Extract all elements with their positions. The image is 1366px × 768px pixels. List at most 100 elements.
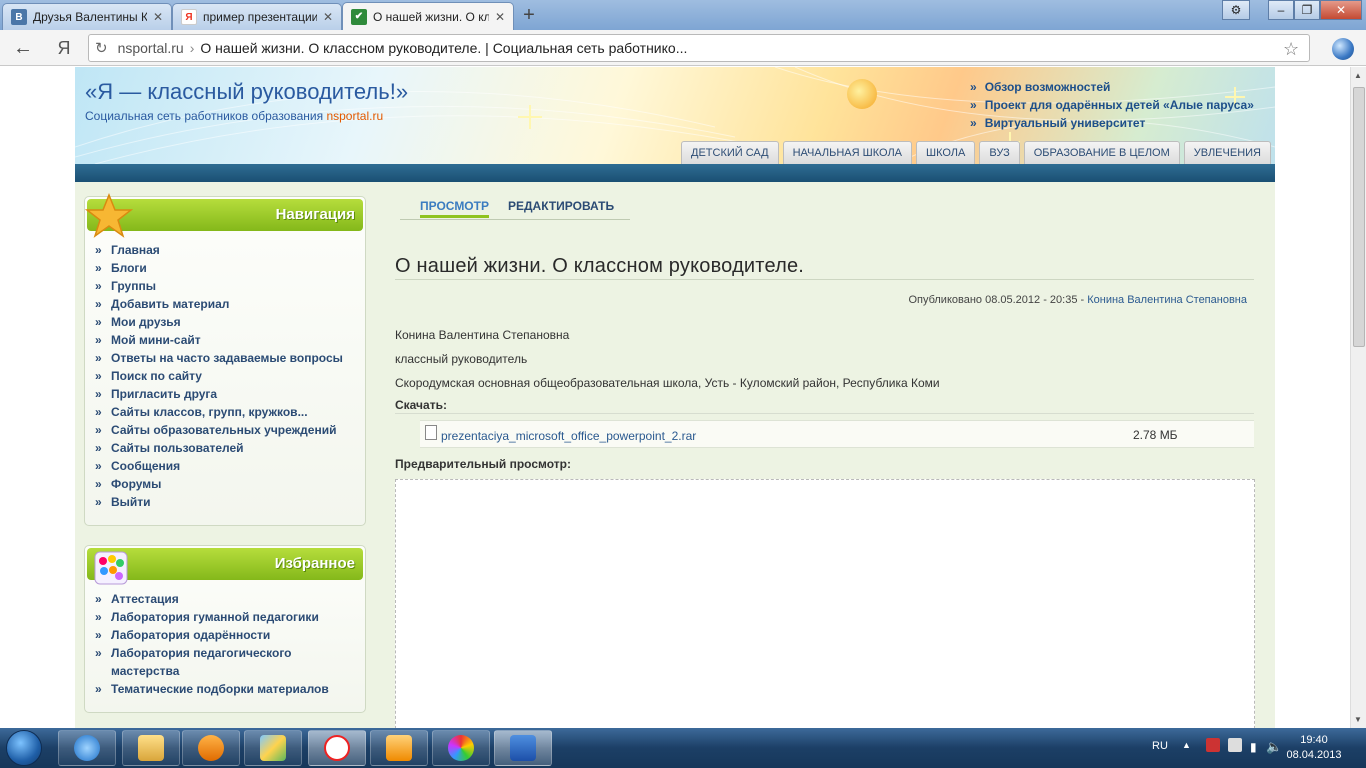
- tray-expand-icon[interactable]: ▲: [1182, 740, 1191, 750]
- paint-icon[interactable]: [244, 730, 302, 766]
- scroll-down-icon[interactable]: ▼: [1354, 715, 1362, 724]
- favorites-header: Избранное: [87, 548, 363, 585]
- settings-icon[interactable]: ⚙: [1222, 0, 1250, 20]
- explorer-icon[interactable]: [122, 730, 180, 766]
- word-icon[interactable]: [494, 730, 552, 766]
- nav-item-mini-site[interactable]: Мой мини-сайт: [95, 331, 355, 349]
- site-header: «Я — классный руководитель!» Социальная …: [75, 67, 1275, 164]
- language-indicator[interactable]: RU: [1152, 740, 1168, 752]
- nav-item-faq[interactable]: Ответы на часто задаваемые вопросы: [95, 349, 355, 367]
- nav-item-search[interactable]: Поиск по сайту: [95, 367, 355, 385]
- tab-edit[interactable]: РЕДАКТИРОВАТЬ: [508, 199, 614, 213]
- fav-item-humane-pedagogy[interactable]: Лаборатория гуманной педагогики: [95, 608, 355, 626]
- navigation-block: Навигация Главная Блоги Группы Добавить …: [84, 193, 366, 526]
- header-links: » Обзор возможностей » Проект для одарённы…: [970, 78, 1254, 132]
- tab-primary-school[interactable]: НАЧАЛЬНАЯ ШКОЛА: [782, 141, 912, 164]
- nav-item-add-material[interactable]: Добавить материал: [95, 295, 355, 313]
- nav-item-groups[interactable]: Группы: [95, 277, 355, 295]
- title-divider: [395, 279, 1254, 280]
- file-size: 2.78 МБ: [1133, 428, 1178, 442]
- new-tab-button[interactable]: +: [515, 4, 543, 26]
- tab-view[interactable]: ПРОСМОТР: [420, 199, 489, 218]
- browser-tab-strip: B Друзья Валентины Ко ✕ Я пример презент…: [0, 0, 1366, 30]
- author-role: классный руководитель: [395, 352, 528, 366]
- close-icon[interactable]: ✕: [323, 10, 333, 24]
- antivirus-icon[interactable]: [1206, 738, 1220, 752]
- ie-icon[interactable]: [58, 730, 116, 766]
- scroll-thumb[interactable]: [1353, 87, 1365, 347]
- browser-toolbar: ← Я ↻ nsportal.ru › О нашей жизни. О кла…: [0, 30, 1366, 66]
- restore-button[interactable]: ❐: [1294, 0, 1320, 20]
- scroll-up-icon[interactable]: ▲: [1354, 71, 1362, 80]
- author-name: Конина Валентина Степановна: [395, 328, 570, 342]
- nav-item-friends[interactable]: Мои друзья: [95, 313, 355, 331]
- vertical-scrollbar[interactable]: ▲ ▼: [1350, 67, 1366, 728]
- star-icon: [85, 193, 133, 238]
- tab-university[interactable]: ВУЗ: [979, 141, 1020, 164]
- header-link-university[interactable]: » Виртуальный университет: [970, 114, 1254, 132]
- nav-item-user-sites[interactable]: Сайты пользователей: [95, 439, 355, 457]
- device-icon[interactable]: [1228, 738, 1242, 752]
- preview-frame[interactable]: [395, 479, 1255, 728]
- windows-taskbar: RU ▲ ▮ 🔈 19:40 08.04.2013: [0, 728, 1366, 768]
- network-icon[interactable]: ▮: [1250, 740, 1257, 754]
- publication-info: Опубликовано 08.05.2012 - 20:35 - Конина…: [908, 294, 1247, 306]
- yandex-button[interactable]: Я: [54, 36, 74, 60]
- header-link-alye-parusa[interactable]: » Проект для одарённых детей «Алые паруса…: [970, 96, 1254, 114]
- reload-icon[interactable]: ↻: [95, 39, 108, 57]
- fav-item-pedagogical-mastery[interactable]: Лаборатория педагогического мастерства: [95, 644, 355, 680]
- file-link[interactable]: prezentaciya_microsoft_office_powerpoint…: [441, 429, 696, 443]
- yandex-icon: Я: [181, 9, 197, 25]
- close-window-button[interactable]: ✕: [1320, 0, 1362, 20]
- download-divider: [395, 413, 1254, 414]
- nav-item-messages[interactable]: Сообщения: [95, 457, 355, 475]
- fav-item-attestation[interactable]: Аттестация: [95, 590, 355, 608]
- author-school: Скородумская основная общеобразовательна…: [395, 376, 940, 390]
- header-link-overview[interactable]: » Обзор возможностей: [970, 78, 1254, 96]
- nav-item-forums[interactable]: Форумы: [95, 475, 355, 493]
- site-title[interactable]: «Я — классный руководитель!»: [85, 79, 408, 105]
- tab-education[interactable]: ОБРАЗОВАНИЕ В ЦЕЛОМ: [1023, 141, 1180, 164]
- start-button[interactable]: [6, 730, 42, 766]
- tab-hobbies[interactable]: УВЛЕЧЕНИЯ: [1183, 141, 1271, 164]
- minimize-button[interactable]: –: [1268, 0, 1294, 20]
- navigation-header: Навигация: [85, 193, 363, 238]
- sun-decoration: [847, 79, 877, 109]
- tab-kindergarten[interactable]: ДЕТСКИЙ САД: [681, 141, 779, 164]
- page-title: О нашей жизни. О классном руководителе.: [395, 255, 805, 277]
- close-icon[interactable]: ✕: [153, 10, 163, 24]
- nav-item-logout[interactable]: Выйти: [95, 493, 355, 511]
- nav-item-school-sites[interactable]: Сайты образовательных учреждений: [95, 421, 355, 439]
- vk-icon: B: [11, 9, 27, 25]
- yandex-browser-icon[interactable]: [308, 730, 366, 766]
- nav-item-class-sites[interactable]: Сайты классов, групп, кружков...: [95, 403, 355, 421]
- fav-item-giftedness[interactable]: Лаборатория одарённости: [95, 626, 355, 644]
- preview-label: Предварительный просмотр:: [395, 457, 571, 471]
- fav-item-thematic[interactable]: Тематические подборки материалов: [95, 680, 355, 698]
- picasa-icon[interactable]: [432, 730, 490, 766]
- download-label: Скачать:: [395, 398, 447, 412]
- back-button[interactable]: ←: [10, 36, 36, 60]
- nsportal-icon: ✔: [351, 8, 367, 25]
- file-row: prezentaciya_microsoft_office_powerpoint…: [420, 420, 1254, 448]
- nav-item-home[interactable]: Главная: [95, 241, 355, 259]
- globe-icon[interactable]: [1332, 38, 1354, 60]
- page-viewport: «Я — классный руководитель!» Социальная …: [0, 67, 1350, 728]
- file-icon: [425, 425, 437, 440]
- bookmark-star-icon[interactable]: ☆: [1283, 39, 1299, 60]
- media-player-icon[interactable]: [182, 730, 240, 766]
- browser-tab-vk[interactable]: B Друзья Валентины Ко ✕: [2, 3, 172, 30]
- section-tabs: ДЕТСКИЙ САД НАЧАЛЬНАЯ ШКОЛА ШКОЛА ВУЗ ОБ…: [681, 141, 1271, 164]
- tab-school[interactable]: ШКОЛА: [916, 141, 976, 164]
- palette-icon: [94, 551, 128, 585]
- address-bar[interactable]: ↻ nsportal.ru › О нашей жизни. О классно…: [88, 34, 1310, 62]
- browser-tab-yandex[interactable]: Я пример презентации ✕: [172, 3, 342, 30]
- outlook-icon[interactable]: [370, 730, 428, 766]
- close-icon[interactable]: ✕: [495, 10, 505, 24]
- content-tabs: ПРОСМОТР РЕДАКТИРОВАТЬ: [400, 193, 630, 220]
- nav-item-blogs[interactable]: Блоги: [95, 259, 355, 277]
- nav-item-invite[interactable]: Пригласить друга: [95, 385, 355, 403]
- browser-tab-nsportal[interactable]: ✔ О нашей жизни. О кл ✕: [342, 2, 514, 30]
- clock[interactable]: 19:40 08.04.2013: [1278, 733, 1350, 763]
- author-link[interactable]: Конина Валентина Степановна: [1087, 294, 1247, 306]
